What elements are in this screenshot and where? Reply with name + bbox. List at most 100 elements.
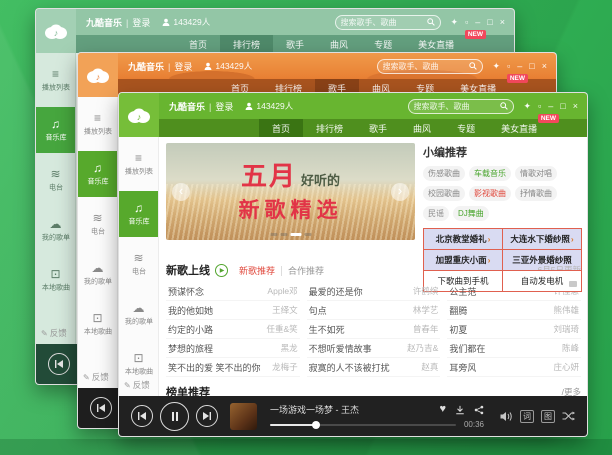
nav-tab[interactable]: 美女直播 (405, 35, 467, 53)
nav-tab[interactable]: 歌手 (356, 119, 400, 137)
song-row[interactable]: 不想听爱情故事 赵乃吉& (307, 339, 441, 358)
feedback-link[interactable]: ✎ 反馈 (83, 371, 109, 383)
search-input[interactable] (341, 18, 424, 27)
nav-tab[interactable]: 曲风 (317, 35, 361, 53)
tag-pill[interactable]: 伤感歌曲 (423, 166, 465, 181)
lyrics-icon[interactable]: 词 (520, 410, 534, 423)
sidebar-item[interactable]: ♫ 音乐库 (119, 191, 158, 237)
minimize-icon[interactable]: – (548, 102, 553, 111)
mini-icon[interactable]: ▫ (507, 62, 510, 71)
song-row[interactable]: 初夏 刘瑞琦 (447, 320, 581, 339)
sidebar-item[interactable]: ☁ 我的歌单 (36, 207, 75, 253)
restore-icon[interactable]: □ (560, 102, 565, 111)
close-icon[interactable]: × (573, 102, 578, 111)
login-link[interactable]: 登录 (132, 16, 150, 29)
share-icon[interactable] (474, 405, 484, 415)
restore-icon[interactable]: □ (487, 18, 492, 27)
search-input[interactable] (414, 102, 497, 111)
sidebar-item[interactable]: ≋ 电台 (36, 157, 75, 203)
sidebar-item[interactable]: ≡ 播放列表 (119, 141, 158, 187)
volume-icon[interactable] (500, 411, 513, 422)
ad-link[interactable]: 自动发电机 (502, 270, 582, 292)
login-link[interactable]: 登录 (174, 60, 192, 73)
skin-icon[interactable]: ✦ (524, 102, 532, 111)
album-art[interactable] (230, 403, 257, 430)
song-row[interactable]: 翻腾 熊伟雄 (447, 301, 581, 320)
feedback-link[interactable]: ✎ 反馈 (41, 327, 67, 339)
tag-pill[interactable]: 情歌对唱 (515, 166, 557, 181)
sidebar-item[interactable]: ⊡ 本地歌曲 (78, 301, 117, 347)
song-row[interactable]: 生不如死 曾春年 (307, 320, 441, 339)
ad-link[interactable]: 北京教堂婚礼 (423, 228, 503, 250)
play-all-icon[interactable] (215, 264, 228, 277)
song-row[interactable]: 最爱的还是你 许鹤缤 (307, 282, 441, 301)
progress-knob[interactable] (312, 421, 320, 429)
song-row[interactable]: 我们都在 陈峰 (447, 339, 581, 358)
tag-pill[interactable]: 抒情歌曲 (515, 186, 557, 201)
download-icon[interactable] (455, 405, 465, 415)
sidebar-item[interactable]: ☁ 我的歌单 (119, 291, 158, 337)
more-link[interactable]: /更多 (562, 386, 581, 396)
skin-icon[interactable]: ✦ (493, 62, 501, 71)
sidebar-item[interactable]: ≡ 播放列表 (78, 101, 117, 147)
banner-carousel[interactable]: 五月好听的 新歌精选 (166, 143, 415, 240)
sidebar-item[interactable]: ≋ 电台 (119, 241, 158, 287)
tag-pill[interactable]: 民谣 (423, 206, 449, 221)
search-box[interactable] (377, 59, 483, 74)
nav-tab[interactable]: 首页 (259, 119, 303, 137)
sidebar-item[interactable]: ≋ 电台 (78, 201, 117, 247)
sidebar-item[interactable]: ⊡ 本地歌曲 (36, 257, 75, 303)
carousel-prev-icon[interactable] (172, 183, 190, 201)
nav-tab[interactable]: 排行榜 (220, 35, 273, 53)
sidebar-item[interactable]: ≡ 播放列表 (36, 57, 75, 103)
carousel-dots[interactable] (270, 233, 311, 236)
close-icon[interactable]: × (542, 62, 547, 71)
sidebar-item[interactable]: ♫ 音乐库 (78, 151, 117, 197)
song-row[interactable]: 约定的小路 任重&笑 (166, 320, 300, 339)
tag-pill[interactable]: 校园歌曲 (423, 186, 465, 201)
song-row[interactable]: 寂寞的人不该被打扰 赵真 (307, 358, 441, 377)
song-row[interactable]: 耳旁风 庄心妍 (447, 358, 581, 377)
shuffle-icon[interactable] (562, 411, 575, 421)
song-row[interactable]: 梦想的旅程 黑龙 (166, 339, 300, 358)
previous-button[interactable] (48, 353, 70, 375)
next-button[interactable] (196, 405, 218, 427)
tag-pill[interactable]: 车载音乐 (469, 166, 511, 181)
song-row[interactable]: 笑不出的爱 笑不出的你 龙梅子 (166, 358, 300, 377)
carousel-next-icon[interactable] (391, 183, 409, 201)
song-row[interactable]: 我的他如她 王绎文 (166, 301, 300, 320)
skin-icon[interactable]: ✦ (451, 18, 459, 27)
sidebar-item[interactable]: ☁ 我的歌单 (78, 251, 117, 297)
pause-button[interactable] (160, 402, 189, 431)
nav-tab[interactable]: 歌手 (273, 35, 317, 53)
tag-pill[interactable]: 影视歌曲 (469, 186, 511, 201)
search-icon[interactable] (427, 18, 435, 26)
ad-link[interactable]: 大连水下婚纱照 (502, 228, 582, 250)
sidebar-item[interactable]: ♫ 音乐库 (36, 107, 75, 153)
new-songs-tab[interactable]: 合作推荐 (281, 266, 330, 276)
search-box[interactable] (335, 15, 441, 30)
progress-bar[interactable] (270, 424, 456, 426)
nav-tab[interactable]: 排行榜 (303, 119, 356, 137)
nav-tab[interactable]: 首页 (176, 35, 220, 53)
album-pic-icon[interactable]: 图 (541, 410, 555, 423)
like-icon[interactable]: ♥ (439, 404, 446, 415)
login-link[interactable]: 登录 (215, 100, 233, 113)
close-icon[interactable]: × (500, 18, 505, 27)
nav-tab[interactable]: 专题 (444, 119, 488, 137)
nav-tab[interactable]: 专题 (361, 35, 405, 53)
nav-tab[interactable]: 曲风 (400, 119, 444, 137)
new-songs-tab[interactable]: 新歌推荐 (233, 266, 281, 276)
search-box[interactable] (408, 99, 514, 114)
search-input[interactable] (383, 62, 466, 71)
window-front[interactable]: ♪ 九酷音乐 登录 143429人 ✦▫–□× (118, 92, 588, 437)
tag-pill[interactable]: DJ舞曲 (453, 206, 489, 221)
song-row[interactable]: 预谋怀念 Apple邓 (166, 282, 300, 301)
restore-icon[interactable]: □ (529, 62, 534, 71)
mini-icon[interactable]: ▫ (538, 102, 541, 111)
feedback-link[interactable]: ✎ 反馈 (124, 379, 150, 391)
previous-button[interactable] (131, 405, 153, 427)
search-icon[interactable] (469, 62, 477, 70)
minimize-icon[interactable]: – (475, 18, 480, 27)
song-row[interactable]: 句点 林学艺 (307, 301, 441, 320)
